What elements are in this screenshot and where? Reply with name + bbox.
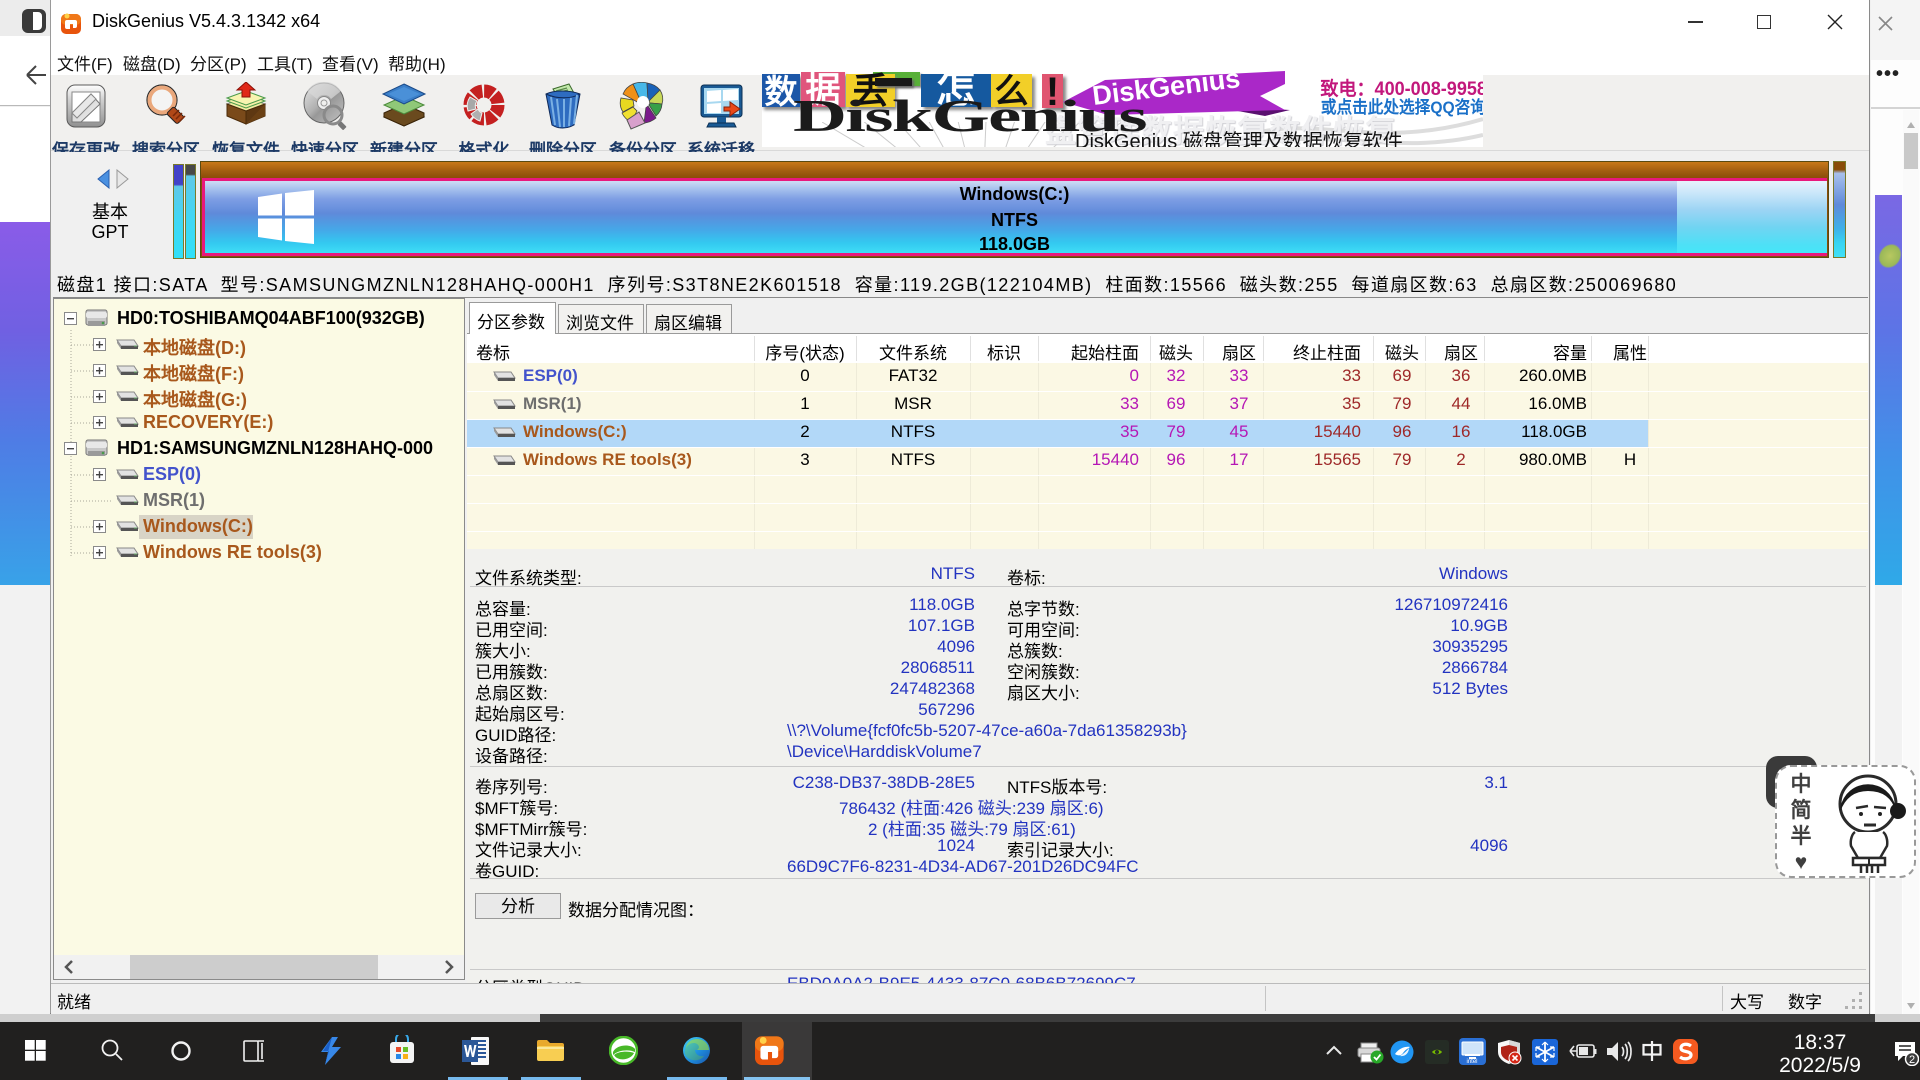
svg-text:2: 2 [1909, 1054, 1915, 1066]
svg-text:intel: intel [1466, 1059, 1477, 1065]
